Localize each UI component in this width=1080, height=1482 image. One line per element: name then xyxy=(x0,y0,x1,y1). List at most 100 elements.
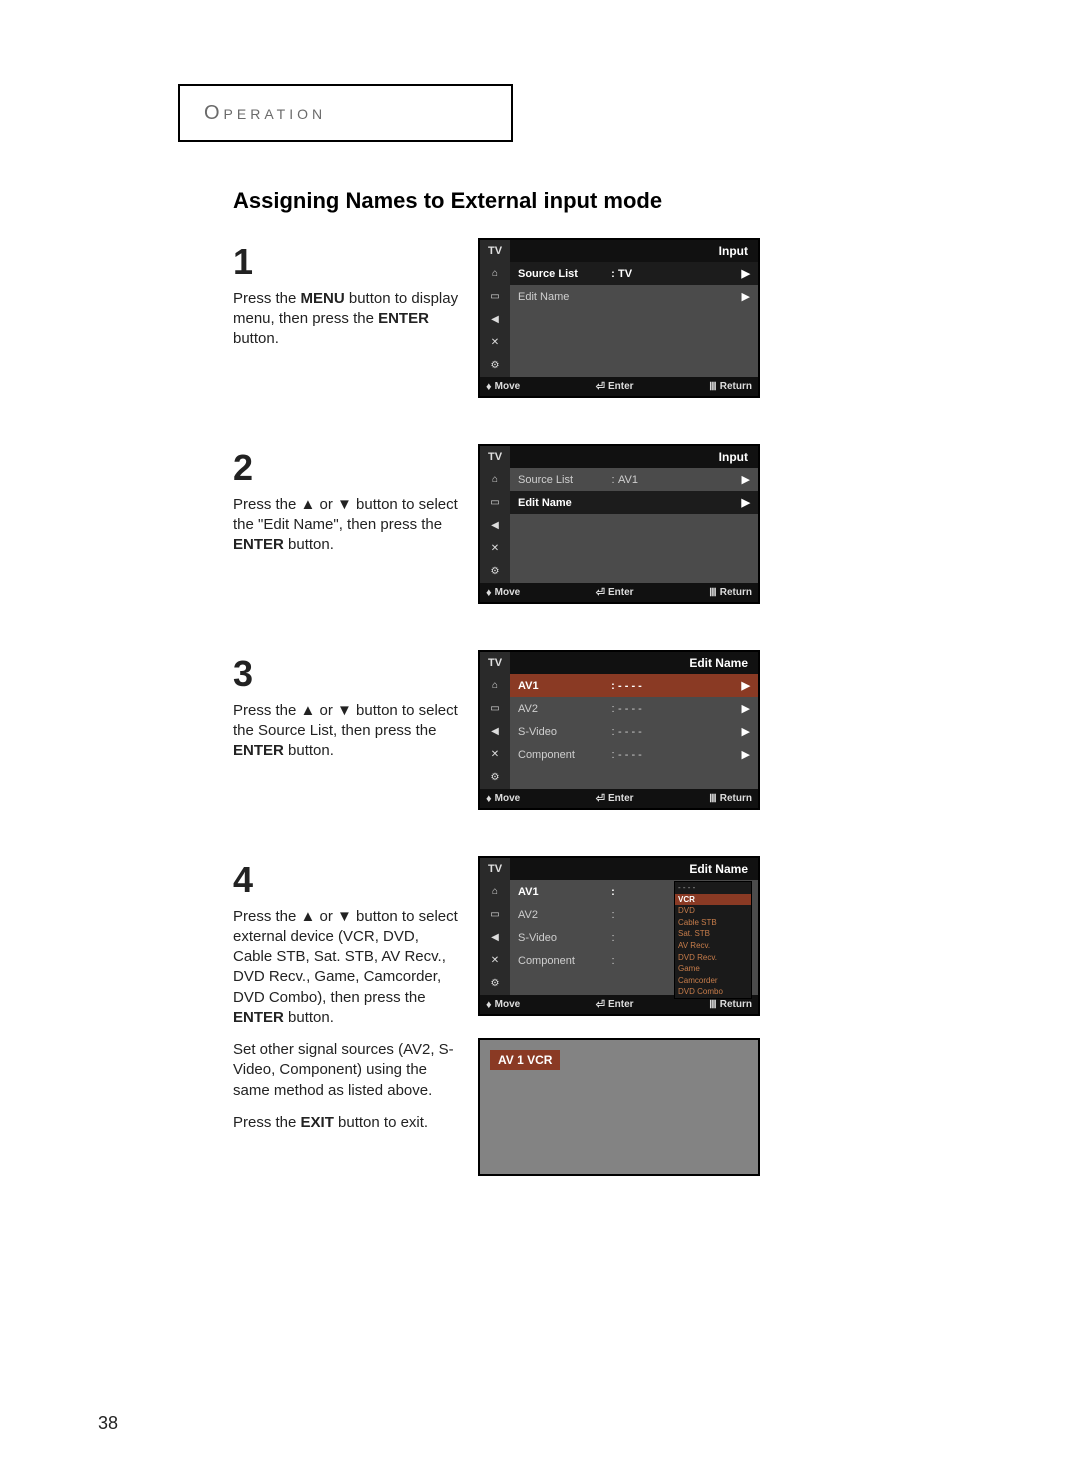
label: AV2 xyxy=(518,703,608,715)
popup-item[interactable]: Game xyxy=(675,963,751,975)
menu-item-edit-name[interactable]: Edit Name ▶ xyxy=(510,285,758,308)
t: Press the ▲ or ▼ button to select the So… xyxy=(233,702,458,739)
label: Source List xyxy=(518,268,608,280)
page-number: 38 xyxy=(98,1413,118,1434)
t: ENTER xyxy=(233,536,284,553)
chevron-right-icon: ▶ xyxy=(736,473,750,486)
foot-move: Move xyxy=(495,381,521,392)
sep: : xyxy=(608,726,618,738)
sound-icon xyxy=(480,308,510,331)
input-icon xyxy=(480,468,510,491)
menu-item-source-list[interactable]: Source List : AV1 ▶ xyxy=(510,468,758,491)
val: - - - - xyxy=(618,749,736,761)
sep: : xyxy=(608,268,618,280)
popup-item[interactable]: DVD xyxy=(675,905,751,917)
input-icon xyxy=(480,262,510,285)
osd-title: Input xyxy=(510,240,758,262)
channel-icon xyxy=(480,331,510,354)
channel-icon xyxy=(480,949,510,972)
popup-header: - - - - xyxy=(675,882,751,894)
enter-icon: ⏎ xyxy=(596,586,605,599)
popup-item-vcr[interactable]: VCR xyxy=(675,894,751,906)
osd-title: Input xyxy=(510,446,758,468)
chevron-right-icon: ▶ xyxy=(736,702,750,715)
return-icon: Ⅲ xyxy=(709,380,717,393)
source-av2[interactable]: AV2 : - - - - ▶ xyxy=(510,697,758,720)
channel-icon xyxy=(480,743,510,766)
sep: : xyxy=(608,932,618,944)
sep: : xyxy=(608,955,618,967)
device-name-popup[interactable]: - - - - VCR DVD Cable STB Sat. STB AV Re… xyxy=(674,881,752,999)
chevron-right-icon: ▶ xyxy=(736,496,750,509)
osd-screen-1: TV Input Source List : TV ▶ xyxy=(478,238,760,398)
osd-footer: ♦Move ⏎Enter ⅢReturn xyxy=(480,583,758,602)
t: Press the ▲ or ▼ button to select extern… xyxy=(233,908,458,1006)
sep: : xyxy=(608,886,618,898)
label: Edit Name xyxy=(518,497,608,509)
step-1-number: 1 xyxy=(233,238,460,287)
menu-item-edit-name[interactable]: Edit Name ▶ xyxy=(510,491,758,514)
popup-item[interactable]: AV Recv. xyxy=(675,940,751,952)
val: - - - - xyxy=(618,680,736,692)
foot-move: Move xyxy=(495,793,521,804)
osd-title: Edit Name xyxy=(510,652,758,674)
foot-return: Return xyxy=(720,793,752,804)
step-2-number: 2 xyxy=(233,444,460,493)
return-icon: Ⅲ xyxy=(709,586,717,599)
source-component[interactable]: Component : - - - - ▶ xyxy=(510,743,758,766)
source-svideo[interactable]: S-Video : - - - - ▶ xyxy=(510,720,758,743)
foot-move: Move xyxy=(495,999,521,1010)
sep: : xyxy=(608,909,618,921)
val: AV1 xyxy=(618,474,736,486)
osd-sidebar xyxy=(480,468,510,583)
chevron-right-icon: ▶ xyxy=(736,748,750,761)
popup-item[interactable]: Cable STB xyxy=(675,917,751,929)
label: AV1 xyxy=(518,886,608,898)
updown-icon: ♦ xyxy=(486,999,492,1011)
foot-move: Move xyxy=(495,587,521,598)
foot-enter: Enter xyxy=(608,587,634,598)
setup-icon xyxy=(480,560,510,583)
updown-icon: ♦ xyxy=(486,793,492,805)
step-2-text: 2 Press the ▲ or ▼ button to select the … xyxy=(233,444,478,604)
step-1-text: 1 Press the MENU button to display menu,… xyxy=(233,238,478,398)
setup-icon xyxy=(480,354,510,377)
t: EXIT xyxy=(301,1114,334,1131)
chevron-right-icon: ▶ xyxy=(736,267,750,280)
osd-tv-label: TV xyxy=(480,240,510,262)
return-icon: Ⅲ xyxy=(709,792,717,805)
sound-icon xyxy=(480,514,510,537)
updown-icon: ♦ xyxy=(486,381,492,393)
menu-item-source-list[interactable]: Source List : TV ▶ xyxy=(510,262,758,285)
popup-item[interactable]: DVD Combo xyxy=(675,986,751,998)
t: button. xyxy=(284,1009,334,1026)
foot-return: Return xyxy=(720,381,752,392)
val: TV xyxy=(618,268,736,280)
sound-icon xyxy=(480,720,510,743)
input-icon xyxy=(480,880,510,903)
sound-icon xyxy=(480,926,510,949)
result-preview: AV 1 VCR xyxy=(478,1038,760,1176)
osd-sidebar xyxy=(480,674,510,789)
input-icon xyxy=(480,674,510,697)
step-4-number: 4 xyxy=(233,856,460,905)
source-av1[interactable]: AV1 : - - - - ▶ xyxy=(510,674,758,697)
popup-item[interactable]: Camcorder xyxy=(675,975,751,987)
foot-enter: Enter xyxy=(608,999,634,1010)
osd-screen-4: TV Edit Name AV1 : xyxy=(478,856,760,1016)
osd-sidebar xyxy=(480,880,510,995)
updown-icon: ♦ xyxy=(486,587,492,599)
popup-item[interactable]: Sat. STB xyxy=(675,928,751,940)
foot-return: Return xyxy=(720,587,752,598)
step-4-note: Set other signal sources (AV2, S-Video, … xyxy=(233,1040,460,1101)
t: button. xyxy=(284,536,334,553)
osd-footer: ♦Move ⏎Enter ⅢReturn xyxy=(480,377,758,396)
t: button. xyxy=(284,742,334,759)
setup-icon xyxy=(480,766,510,789)
picture-icon xyxy=(480,285,510,308)
popup-item[interactable]: DVD Recv. xyxy=(675,952,751,964)
t: Press the xyxy=(233,290,301,307)
picture-icon xyxy=(480,697,510,720)
step-3-number: 3 xyxy=(233,650,460,699)
osd-screen-2: TV Input Source List : AV1 ▶ xyxy=(478,444,760,604)
